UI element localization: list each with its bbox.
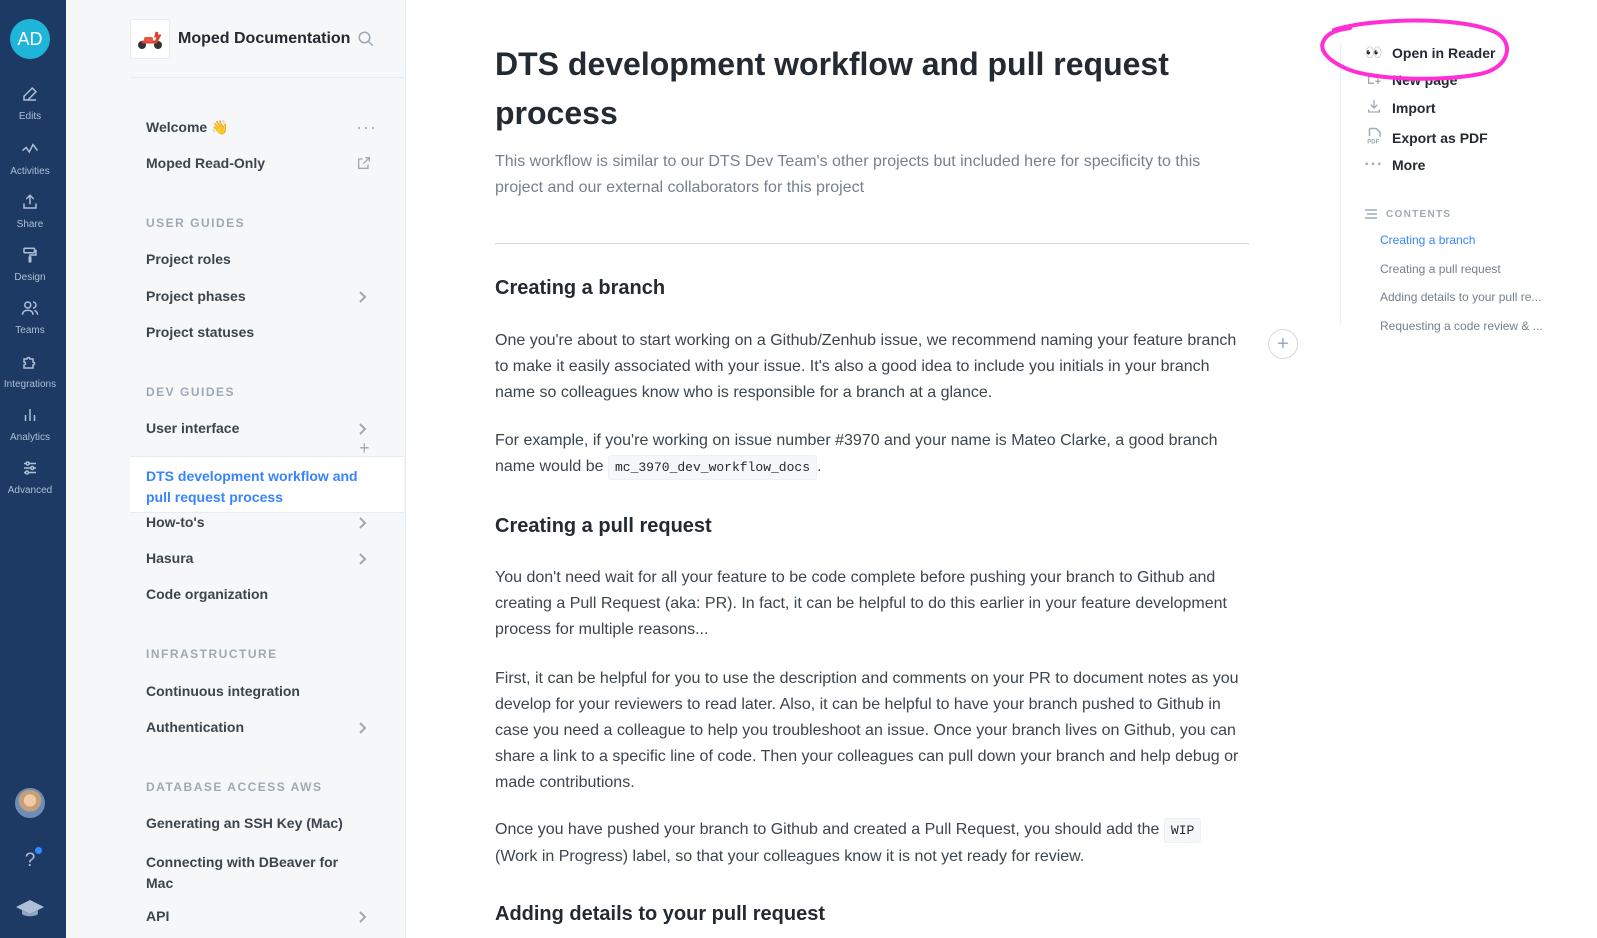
export-pdf-button[interactable]: PDF Export as PDF <box>1364 127 1488 148</box>
sliders-icon <box>24 461 36 475</box>
heading-creating-pull-request: Creating a pull request <box>495 515 712 537</box>
users-icon <box>21 301 39 315</box>
brand[interactable]: Moped Documentation <box>130 19 350 59</box>
puzzle-icon <box>23 356 36 369</box>
divider <box>495 243 1249 244</box>
paint-roller-icon <box>23 247 37 263</box>
rail-share[interactable]: Share <box>0 193 60 232</box>
activity-icon <box>22 143 39 154</box>
main-content: DTS development workflow and pull reques… <box>406 0 1306 938</box>
brand-name: Moped Documentation <box>178 30 351 47</box>
more-button[interactable]: ··· More <box>1364 156 1426 174</box>
paragraph: For example, if you're working on issue … <box>495 428 1247 481</box>
rail-advanced[interactable]: Advanced <box>0 459 60 498</box>
rail-edits[interactable]: Edits <box>0 85 60 124</box>
inline-code: WIP <box>1163 818 1202 843</box>
paragraph: You don't need wait for all your feature… <box>495 569 1227 638</box>
external-link-icon[interactable] <box>356 155 372 176</box>
sidebar-item-authentication[interactable]: Authentication <box>146 719 244 735</box>
sidebar-item-project-statuses[interactable]: Project statuses <box>146 324 254 340</box>
toc-item-creating-pull-request[interactable]: Creating a pull request <box>1380 262 1545 276</box>
search-icon[interactable] <box>357 30 375 53</box>
sidebar-item-user-interface[interactable]: User interface <box>146 420 239 436</box>
list-icon <box>1365 209 1377 219</box>
more-icon: ··· <box>1364 156 1384 173</box>
bar-chart-icon <box>24 409 36 421</box>
sidebar-item-how-tos[interactable]: How-to's <box>146 514 205 530</box>
sidebar-item-continuous-integration[interactable]: Continuous integration <box>146 683 300 699</box>
page-description: This workflow is similar to our DTS Dev … <box>495 153 1201 196</box>
sidebar-item-ssh-key[interactable]: Generating an SSH Key (Mac) <box>146 815 343 831</box>
paragraph: Once you have pushed your branch to Gith… <box>495 817 1247 870</box>
section-dev-guides: DEV GUIDES <box>146 385 236 399</box>
section-infrastructure: INFRASTRUCTURE <box>146 647 278 661</box>
sidebar-item-project-phases[interactable]: Project phases <box>146 288 246 304</box>
section-database-access: DATABASE ACCESS AWS <box>146 780 323 794</box>
sidebar-item-api[interactable]: API <box>146 908 169 924</box>
share-icon <box>23 194 37 209</box>
rail-activities[interactable]: Activities <box>0 140 60 179</box>
toc-item-requesting-review[interactable]: Requesting a code review & ... <box>1380 319 1545 333</box>
add-page-icon[interactable]: + <box>359 438 370 459</box>
rail-design[interactable]: Design <box>0 246 60 285</box>
rail-teams[interactable]: Teams <box>0 299 60 338</box>
import-icon <box>1364 98 1384 117</box>
toc-item-creating-branch[interactable]: Creating a branch <box>1380 233 1545 247</box>
sidebar-item-dts-workflow[interactable]: DTS development workflow and pull reques… <box>146 466 366 508</box>
sidebar-item-project-roles[interactable]: Project roles <box>146 251 231 267</box>
rail-analytics[interactable]: Analytics <box>0 406 60 445</box>
notification-dot <box>35 847 42 854</box>
more-options-icon[interactable]: ··· <box>356 117 377 138</box>
page-title: DTS development workflow and pull reques… <box>495 46 1169 131</box>
svg-text:PDF: PDF <box>1367 140 1379 146</box>
user-avatar[interactable]: AD <box>10 19 50 59</box>
toc-item-adding-details[interactable]: Adding details to your pull re... <box>1380 290 1545 304</box>
scooter-logo <box>130 19 170 59</box>
chevron-right-icon[interactable] <box>358 552 368 571</box>
sidebar-item-read-only[interactable]: Moped Read-Only <box>146 155 265 171</box>
chevron-right-icon[interactable] <box>358 721 368 740</box>
sidebar-item-welcome[interactable]: Welcome 👋 <box>146 119 229 136</box>
pdf-icon: PDF <box>1364 127 1384 148</box>
profile-photo[interactable] <box>15 788 45 818</box>
sidebar-item-hasura[interactable]: Hasura <box>146 550 193 566</box>
chevron-right-icon[interactable] <box>358 290 368 309</box>
chevron-right-icon[interactable] <box>358 516 368 535</box>
add-block-button[interactable]: + <box>1268 329 1298 359</box>
paragraph: First, it can be helpful for you to use … <box>495 670 1239 791</box>
heading-adding-details: Adding details to your pull request <box>495 903 826 925</box>
divider <box>1340 184 1341 324</box>
import-button[interactable]: Import <box>1364 98 1436 117</box>
annotation-circle <box>1320 18 1509 81</box>
sidebar-item-dbeaver[interactable]: Connecting with DBeaver for Mac <box>146 852 346 894</box>
divider <box>130 77 404 78</box>
graduation-cap-icon[interactable] <box>14 898 46 923</box>
app-rail: AD Edits Activities Share Design Teams I… <box>0 0 66 938</box>
section-user-guides: USER GUIDES <box>146 216 246 230</box>
help-icon[interactable]: ? <box>0 850 60 872</box>
chevron-right-icon[interactable] <box>358 910 368 929</box>
rail-integrations[interactable]: Integrations <box>0 353 60 392</box>
pencil-icon <box>23 86 38 101</box>
heading-creating-branch: Creating a branch <box>495 277 666 299</box>
contents-header: CONTENTS <box>1364 208 1451 220</box>
inline-code: mc_3970_dev_workflow_docs <box>607 455 818 480</box>
docs-sidebar: Moped Documentation Welcome 👋 ··· Moped … <box>66 0 406 938</box>
sidebar-item-code-organization[interactable]: Code organization <box>146 586 268 602</box>
paragraph: One you're about to start working on a G… <box>495 332 1237 401</box>
